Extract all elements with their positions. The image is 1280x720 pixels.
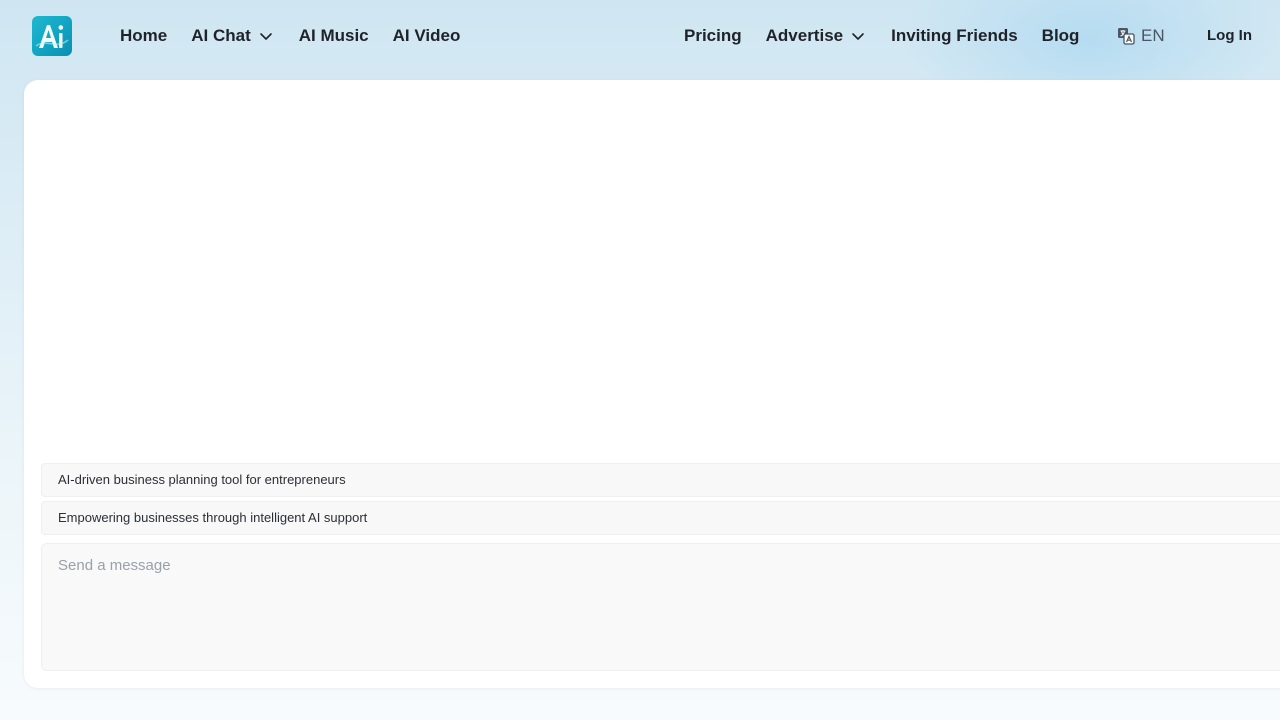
nav-right: Pricing Advertise Inviting Friends Blog <box>684 24 1079 48</box>
language-label: EN <box>1141 26 1165 45</box>
nav-ai-music[interactable]: AI Music <box>299 24 369 48</box>
nav-ai-video[interactable]: AI Video <box>393 24 461 48</box>
message-box <box>41 543 1280 671</box>
logo-icon <box>35 25 69 48</box>
nav-ai-chat-label: AI Chat <box>191 26 251 45</box>
top-navigation: Home AI Chat AI Music AI Video Pricing A… <box>0 0 1280 72</box>
nav-pricing-label: Pricing <box>684 26 742 45</box>
nav-inviting-friends-label: Inviting Friends <box>891 26 1018 45</box>
nav-home-label: Home <box>120 26 168 45</box>
message-input[interactable] <box>42 544 1280 670</box>
suggestion-item[interactable]: AI-driven business planning tool for ent… <box>41 463 1280 497</box>
translate-icon <box>1117 27 1135 45</box>
nav-home[interactable]: Home <box>120 24 167 48</box>
language-selector[interactable]: EN <box>1117 24 1165 48</box>
nav-ai-video-label: AI Video <box>392 26 461 45</box>
nav-inviting-friends[interactable]: Inviting Friends <box>891 24 1018 48</box>
chevron-down-icon <box>851 29 865 43</box>
nav-advertise[interactable]: Advertise <box>766 24 865 48</box>
nav-advertise-label: Advertise <box>765 26 844 45</box>
nav-ai-music-label: AI Music <box>298 26 369 45</box>
chevron-down-icon <box>259 29 273 43</box>
nav-ai-chat[interactable]: AI Chat <box>191 24 273 48</box>
login-button[interactable]: Log In <box>1207 24 1252 48</box>
suggestion-item[interactable]: Empowering businesses through intelligen… <box>41 501 1280 535</box>
logo[interactable] <box>32 16 72 56</box>
nav-blog[interactable]: Blog <box>1042 24 1080 48</box>
nav-left: Home AI Chat AI Music AI Video <box>120 24 460 48</box>
nav-pricing[interactable]: Pricing <box>684 24 742 48</box>
nav-blog-label: Blog <box>1041 26 1080 45</box>
